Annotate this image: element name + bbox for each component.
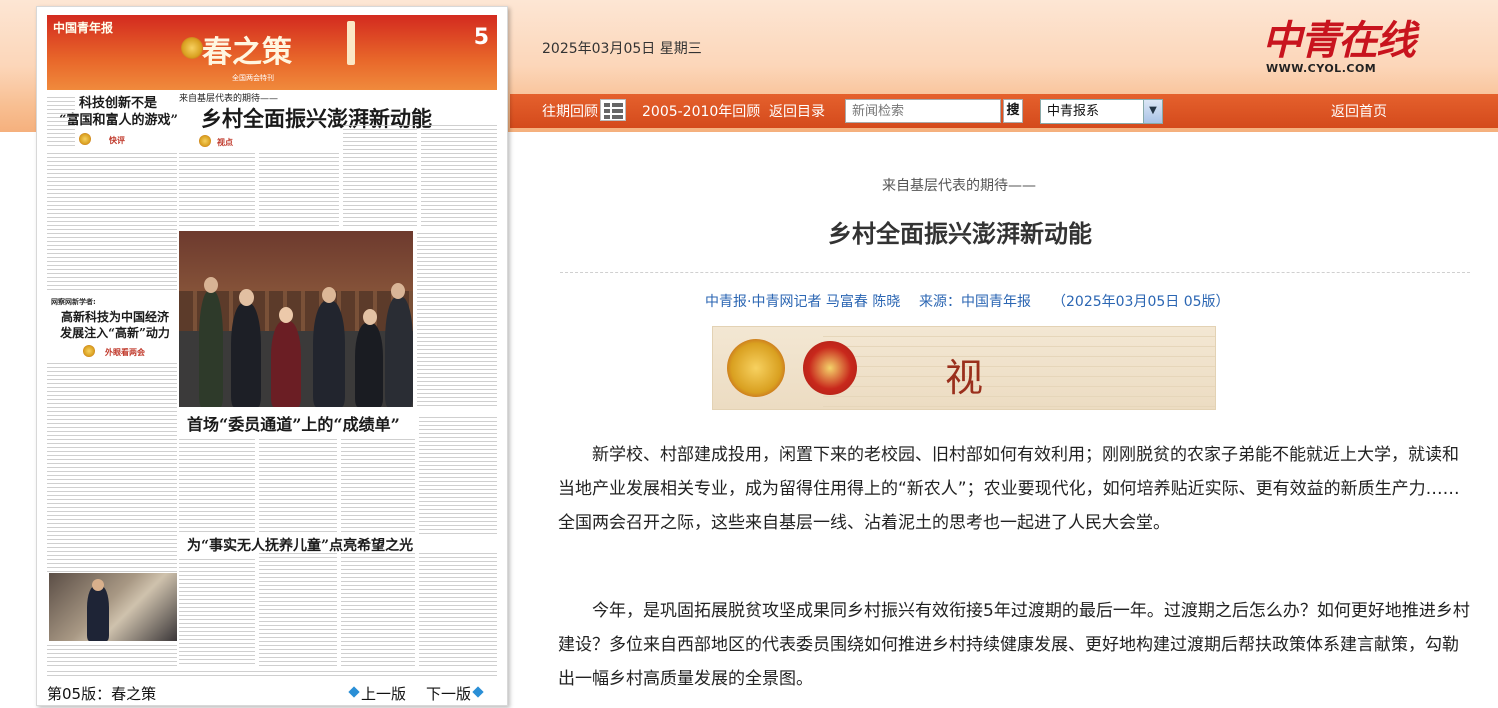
nav-past-review[interactable]: 往期回顾 [542,101,598,121]
headline-left-mid[interactable]: 高新科技为中国经济 发展注入“高新”动力 [53,309,177,341]
next-page-link[interactable]: 下一版 [426,683,471,704]
article-title: 乡村全面振兴澎湃新动能 [828,220,1092,248]
article-author: 中青报·中青网记者 马富春 陈晓 [705,294,901,310]
chevron-down-icon[interactable]: ▼ [1143,100,1162,123]
article-source: 来源：中国青年报 [919,294,1031,310]
article-kicker: 来自基层代表的期待—— [882,178,1036,194]
tag-quick-comment: 快评 [109,136,125,145]
headline-mid[interactable]: 首场“委员通道”上的“成绩单” [187,411,400,435]
headline-left-top[interactable]: 科技创新不是 “富国和富人的游戏” [59,95,178,129]
search-input[interactable] [845,99,1001,123]
newspaper-page[interactable]: 中国青年报 春之策 5 全国两会特刊 科技创新不是 “富国和富人的游戏” 快评 … [36,6,508,706]
page-number: 5 [473,25,489,50]
tag-foreign-view: 外眼看两会 [105,348,145,357]
site-logo[interactable]: 中青在线 [1262,8,1416,66]
party-emblem-icon [727,339,785,397]
tag-viewpoint: 视点 [217,138,233,147]
emblem-icon [79,133,91,145]
prev-page-link[interactable]: 上一版 [361,683,406,704]
emblem-icon [181,37,203,59]
headline-bottom[interactable]: 为“事实无人抚养儿童”点亮希望之光 [187,535,413,555]
photo-reporter[interactable] [49,573,177,641]
nav-archive-2005-2010[interactable]: 2005-2010年回顾 [642,101,760,121]
special-edition-label: 全国两会特刊 [232,74,274,82]
page-label: 第05版：春之策 [47,685,157,703]
search-button[interactable]: 搜 [1003,99,1023,123]
emblem-icon [83,345,95,357]
next-arrow-icon[interactable] [472,686,484,698]
newspaper-header: 中国青年报 春之策 5 全国两会特刊 [47,15,497,90]
nav-home[interactable]: 返回首页 [1331,101,1387,121]
article-edition: （2025年03月05日 05版） [1052,294,1230,310]
article-paragraph-1: 新学校、村部建成投用，闲置下来的老校园、旧村部如何有效利用；刚刚脱贫的农家子弟能… [558,445,1460,533]
banner-text: 视 点 [945,356,1060,400]
paper-select-value: 中青报系 [1047,104,1100,119]
site-logo-url: WWW.CYOL.COM [1266,62,1377,75]
prev-arrow-icon[interactable] [348,686,360,698]
emblem-icon [199,135,211,147]
nav-back-to-index[interactable]: 返回目录 [769,101,825,121]
calendar-grid-icon[interactable] [600,99,626,121]
paper-select[interactable]: 中青报系 ▼ [1040,99,1163,124]
newspaper-masthead: 中国青年报 [53,21,114,35]
article-paragraph-2: 今年，是巩固拓展脱贫攻坚成果同乡村振兴有效衔接5年过渡期的最后一年。过渡期之后怎… [558,601,1470,689]
divider [560,272,1470,273]
cppcc-emblem-icon [803,341,857,395]
viewpoint-banner: 视 点 [712,326,1216,410]
current-date: 2025年03月05日 星期三 [542,41,702,57]
left-mid-kicker: 网察网新学者: [51,298,96,306]
section-title: 春之策 [202,35,292,70]
photo-committee-members[interactable] [179,231,413,407]
monument-icon [347,21,355,65]
